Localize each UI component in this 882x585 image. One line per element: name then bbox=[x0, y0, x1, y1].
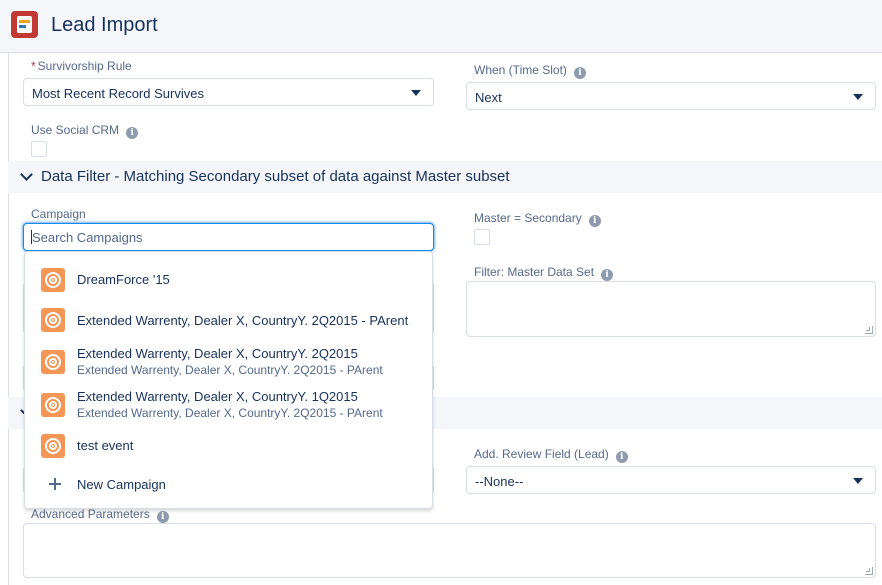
time-slot-value: Next bbox=[475, 90, 502, 105]
data-filter-section-header[interactable]: Data Filter - Matching Secondary subset … bbox=[8, 161, 882, 193]
plus-icon bbox=[49, 478, 61, 490]
lead-import-app-icon bbox=[11, 11, 38, 38]
new-campaign-button[interactable]: New Campaign bbox=[25, 474, 432, 496]
campaign-label: Campaign bbox=[31, 207, 86, 221]
campaign-option[interactable]: DreamForce '15 bbox=[25, 252, 432, 308]
search-placeholder: Search Campaigns bbox=[32, 230, 143, 245]
campaign-option-subtitle: Extended Warrenty, Dealer X, CountryY. 2… bbox=[77, 406, 383, 420]
required-marker: * bbox=[31, 59, 36, 73]
master-secondary-label: Master = Secondary i bbox=[474, 211, 601, 227]
filter-master-label: Filter: Master Data Set i bbox=[474, 265, 614, 281]
caret-down-icon bbox=[853, 478, 863, 484]
resize-handle-icon[interactable] bbox=[865, 567, 873, 575]
social-crm-label: Use Social CRM i bbox=[31, 123, 139, 139]
campaign-option[interactable]: test event bbox=[25, 434, 432, 458]
new-campaign-label: New Campaign bbox=[77, 477, 166, 492]
campaign-icon bbox=[41, 350, 65, 374]
advanced-parameters-textarea[interactable] bbox=[23, 523, 876, 578]
page-title: Lead Import bbox=[51, 14, 158, 36]
campaign-icon bbox=[41, 434, 65, 458]
campaign-option-title: Extended Warrenty, Dealer X, CountryY. 2… bbox=[77, 313, 409, 328]
review-field-value: --None-- bbox=[475, 474, 524, 489]
campaign-dropdown: DreamForce '15 Extended Warrenty, Dealer… bbox=[24, 251, 433, 509]
social-crm-checkbox[interactable] bbox=[31, 141, 47, 157]
caret-down-icon bbox=[853, 94, 863, 100]
campaign-option-subtitle: Extended Warrenty, Dealer X, CountryY. 2… bbox=[77, 363, 383, 377]
advanced-parameters-label: Advanced Parameters i bbox=[31, 507, 169, 523]
info-icon[interactable]: i bbox=[573, 67, 586, 79]
campaign-search-input[interactable]: Search Campaigns bbox=[23, 223, 434, 251]
review-field-label: Add. Review Field (Lead) i bbox=[474, 447, 628, 463]
campaign-option-title: Extended Warrenty, Dealer X, CountryY. 1… bbox=[77, 389, 358, 404]
info-icon[interactable]: i bbox=[588, 215, 601, 227]
campaign-option-title: test event bbox=[77, 438, 134, 453]
info-icon[interactable]: i bbox=[126, 127, 139, 139]
campaign-option-title: Extended Warrenty, Dealer X, CountryY. 2… bbox=[77, 346, 358, 361]
filter-master-textarea[interactable] bbox=[466, 281, 876, 337]
campaign-option[interactable]: Extended Warrenty, Dealer X, CountryY. 2… bbox=[25, 308, 432, 336]
survivorship-rule-value: Most Recent Record Survives bbox=[32, 86, 204, 101]
survivorship-rule-select[interactable]: Most Recent Record Survives bbox=[23, 78, 434, 106]
chevron-down-icon bbox=[20, 168, 33, 181]
time-slot-select[interactable]: Next bbox=[466, 82, 876, 110]
caret-down-icon bbox=[411, 90, 421, 96]
campaign-option-title: DreamForce '15 bbox=[77, 272, 170, 287]
info-icon[interactable]: i bbox=[601, 269, 614, 281]
resize-handle-icon[interactable] bbox=[865, 326, 873, 334]
page-header: Lead Import bbox=[0, 0, 882, 53]
campaign-icon bbox=[41, 308, 65, 332]
campaign-icon bbox=[41, 393, 65, 417]
campaign-option[interactable]: Extended Warrenty, Dealer X, CountryY. 2… bbox=[25, 346, 432, 382]
info-icon[interactable]: i bbox=[615, 451, 628, 463]
review-field-select[interactable]: --None-- bbox=[466, 466, 876, 494]
campaign-icon bbox=[41, 268, 65, 292]
info-icon[interactable]: i bbox=[156, 511, 169, 523]
master-secondary-checkbox[interactable] bbox=[474, 229, 490, 245]
time-slot-label: When (Time Slot) i bbox=[474, 63, 586, 79]
campaign-option[interactable]: Extended Warrenty, Dealer X, CountryY. 1… bbox=[25, 389, 432, 425]
survivorship-rule-label: * Survivorship Rule bbox=[31, 59, 132, 73]
section-title: Data Filter - Matching Secondary subset … bbox=[41, 168, 510, 185]
